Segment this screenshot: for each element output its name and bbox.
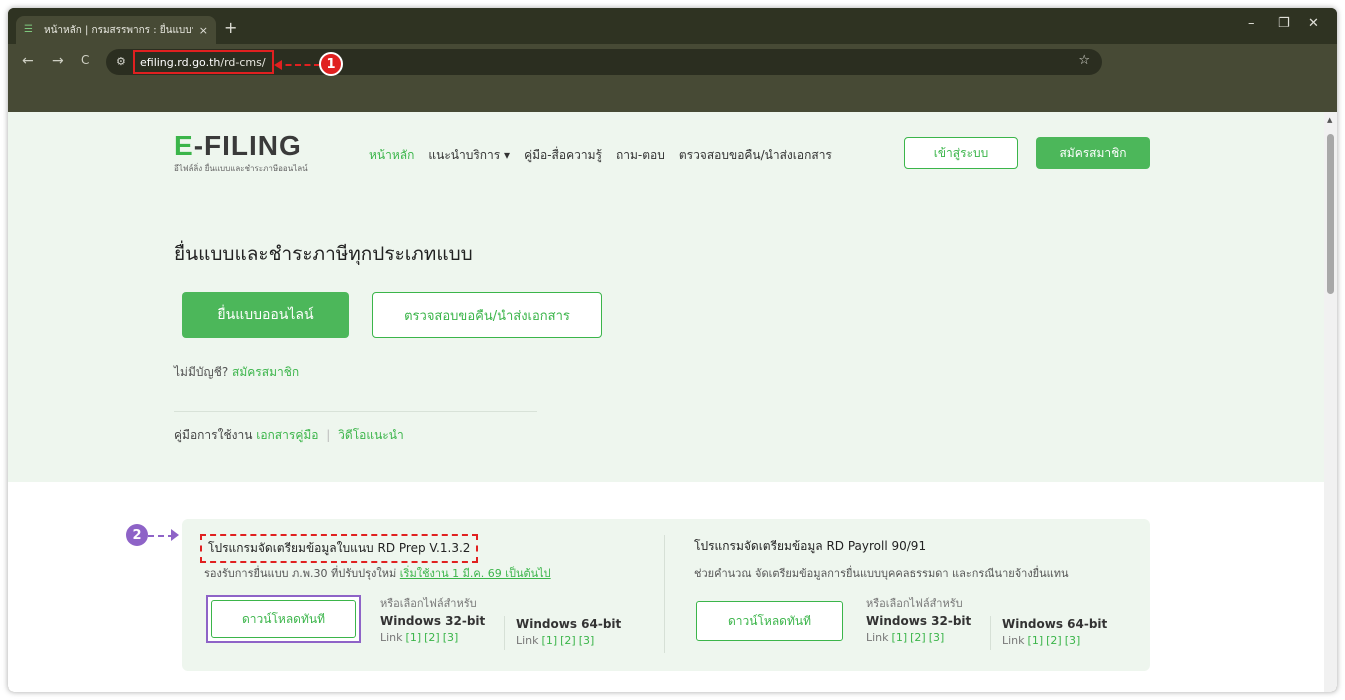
hero-title: ยื่นแบบและชำระภาษีทุกประเภทแบบ [174, 243, 473, 265]
login-button[interactable]: เข้าสู่ระบบ [904, 137, 1018, 169]
scroll-up-icon[interactable]: ▲ [1327, 116, 1332, 124]
win32-label: Windows 32-bit [380, 614, 486, 628]
link-2[interactable]: [2] [1046, 634, 1062, 647]
vertical-scrollbar[interactable]: ▲ [1324, 112, 1337, 692]
link-1[interactable]: [1] [892, 631, 908, 644]
link-2[interactable]: [2] [560, 634, 576, 647]
signup-link[interactable]: สมัครสมาชิก [232, 365, 299, 379]
logo-text: -FILING [193, 130, 302, 161]
manual-label: คู่มือการใช้งาน [174, 428, 253, 442]
close-window-icon[interactable]: ✕ [1308, 16, 1319, 31]
link-1[interactable]: [1] [1028, 634, 1044, 647]
nav-refund-check[interactable]: ตรวจสอบขอคืน/นำส่งเอกสาร [679, 146, 832, 165]
link-3[interactable]: [3] [579, 634, 595, 647]
nav-manuals[interactable]: คู่มือ-สื่อความรู้ [524, 146, 602, 165]
rd-prep-win64: Windows 64-bit Link [1] [2] [3] [516, 617, 621, 647]
win64-label: Windows 64-bit [1002, 617, 1108, 631]
annotation-badge-2: 2 [126, 524, 148, 546]
annotation-arrow-2 [171, 529, 179, 541]
rd-prep-description: รองรับการยื่นแบบ ภ.พ.30 ที่ปรับปรุงใหม่ … [204, 564, 551, 582]
tab-title: หน้าหลัก | กรมสรรพากร : ยื่นแบบฯ [44, 24, 193, 36]
rd-payroll-or-choose: หรือเลือกไฟล์สำหรับ [866, 597, 963, 610]
efiling-favicon-icon: ☰ [24, 24, 33, 35]
no-account-label: ไม่มีบัญชี? [174, 365, 229, 379]
rd-prep-desc-text: รองรับการยื่นแบบ ภ.พ.30 ที่ปรับปรุงใหม่ [204, 567, 397, 580]
no-account-text: ไม่มีบัญชี? สมัครสมาชิก [174, 363, 299, 382]
efiling-logo[interactable]: E-FILING อีไฟล์ลิ่ง ยื่นแบบและชำระภาษีออ… [174, 132, 308, 175]
browser-window: ☰ หน้าหลัก | กรมสรรพากร : ยื่นแบบฯ × + –… [8, 8, 1337, 692]
link-3[interactable]: [3] [929, 631, 945, 644]
check-refund-button[interactable]: ตรวจสอบขอคืน/นำส่งเอกสาร [372, 292, 602, 338]
rd-payroll-win64: Windows 64-bit Link [1] [2] [3] [1002, 617, 1107, 647]
url-host: efiling.rd.go.th [140, 55, 221, 69]
rd-payroll-description: ช่วยคำนวณ จัดเตรียมข้อมูลการยื่นแบบบุคคล… [694, 567, 1069, 580]
rd-payroll-title: โปรแกรมจัดเตรียมข้อมูล RD Payroll 90/91 [694, 539, 927, 553]
nav-home[interactable]: หน้าหลัก [369, 146, 414, 165]
browser-tab[interactable]: ☰ หน้าหลัก | กรมสรรพากร : ยื่นแบบฯ × [16, 16, 216, 44]
link-3[interactable]: [3] [443, 631, 459, 644]
nav-services[interactable]: แนะนำบริการ ▾ [428, 146, 510, 165]
register-button[interactable]: สมัครสมาชิก [1036, 137, 1150, 169]
bookmark-star-icon[interactable]: ☆ [1078, 53, 1090, 68]
rd-prep-start-link[interactable]: เริ่มใช้งาน 1 มี.ค. 69 เป็นต้นไป [400, 567, 551, 580]
hero-section: E-FILING อีไฟล์ลิ่ง ยื่นแบบและชำระภาษีออ… [8, 112, 1324, 482]
download-panel: โปรแกรมจัดเตรียมข้อมูลใบแนบ RD Prep V.1.… [182, 519, 1150, 671]
minimize-icon[interactable]: – [1248, 16, 1255, 31]
rd-prep-download-highlight: ดาวน์โหลดทันที [206, 595, 361, 643]
url-highlight-box[interactable]: efiling.rd.go.th/rd-cms/ [133, 50, 274, 74]
rd-prep-download-button[interactable]: ดาวน์โหลดทันที [211, 600, 356, 638]
rd-payroll-download-button[interactable]: ดาวน์โหลดทันที [696, 601, 843, 641]
reload-icon[interactable]: C [81, 53, 89, 67]
address-bar[interactable]: ⚙ efiling.rd.go.th/rd-cms/ 1 ☆ [106, 49, 1102, 76]
link-label: Link [866, 631, 889, 644]
scroll-thumb[interactable] [1327, 134, 1334, 294]
manual-separator: | [326, 428, 331, 442]
rd-payroll-win32: Windows 32-bit Link [1] [2] [3] [866, 614, 971, 644]
site-info-icon[interactable]: ⚙ [116, 55, 126, 68]
win64-label: Windows 64-bit [516, 617, 622, 631]
annotation-badge-1: 1 [319, 52, 343, 76]
link-1[interactable]: [1] [406, 631, 422, 644]
win32-label: Windows 32-bit [866, 614, 972, 628]
manual-doc-link[interactable]: เอกสารคู่มือ [256, 428, 318, 442]
forward-icon[interactable]: → [52, 53, 64, 69]
rd-prep-win32: Windows 32-bit Link [1] [2] [3] [380, 614, 485, 644]
link-label: Link [516, 634, 539, 647]
column-divider [664, 535, 665, 653]
manual-video-link[interactable]: วิดีโอแนะนำ [338, 428, 404, 442]
nav-faq[interactable]: ถาม-ตอบ [616, 146, 665, 165]
rd-prep-or-choose: หรือเลือกไฟล์สำหรับ [380, 597, 477, 610]
os-separator [990, 616, 991, 650]
toolbar-spacer [8, 80, 1337, 112]
tab-strip: ☰ หน้าหลัก | กรมสรรพากร : ยื่นแบบฯ × + –… [8, 8, 1337, 44]
hero-divider [174, 411, 537, 412]
link-2[interactable]: [2] [424, 631, 440, 644]
new-tab-button[interactable]: + [224, 18, 237, 37]
restore-icon[interactable]: ❐ [1278, 16, 1290, 31]
main-nav: หน้าหลัก แนะนำบริการ ▾ คู่มือ-สื่อความรู… [369, 146, 832, 165]
browser-toolbar: ← → C ⚙ efiling.rd.go.th/rd-cms/ 1 ☆ [8, 44, 1337, 80]
rd-prep-title: โปรแกรมจัดเตรียมข้อมูลใบแนบ RD Prep V.1.… [200, 534, 479, 563]
link-label: Link [1002, 634, 1025, 647]
logo-subtitle: อีไฟล์ลิ่ง ยื่นแบบและชำระภาษีออนไลน์ [174, 164, 308, 173]
file-online-button[interactable]: ยื่นแบบออนไลน์ [182, 292, 349, 338]
link-3[interactable]: [3] [1065, 634, 1081, 647]
close-tab-icon[interactable]: × [199, 24, 208, 37]
logo-e: E [174, 130, 194, 161]
page-viewport: E-FILING อีไฟล์ลิ่ง ยื่นแบบและชำระภาษีออ… [8, 112, 1324, 692]
link-label: Link [380, 631, 403, 644]
link-2[interactable]: [2] [910, 631, 926, 644]
url-path: /rd-cms/ [220, 55, 266, 69]
manual-links: คู่มือการใช้งาน เอกสารคู่มือ | วิดีโอแนะ… [174, 426, 404, 445]
link-1[interactable]: [1] [542, 634, 558, 647]
back-icon[interactable]: ← [22, 53, 34, 69]
os-separator [504, 616, 505, 650]
annotation-arrow-1 [274, 60, 320, 70]
